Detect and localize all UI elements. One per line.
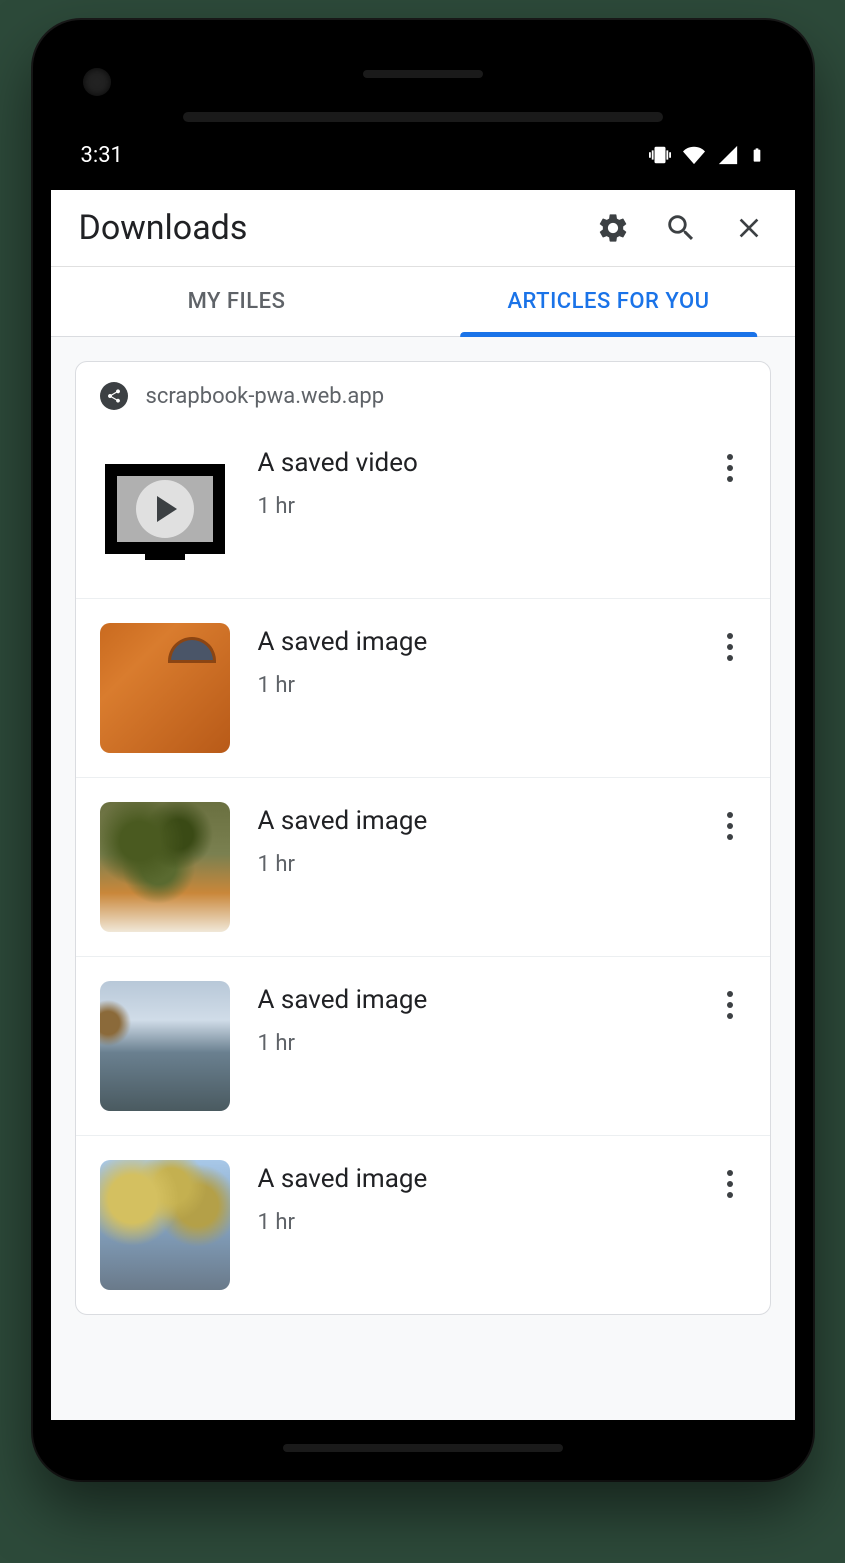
item-more-button[interactable] — [714, 1164, 746, 1204]
item-meta: 1 hr — [258, 1031, 686, 1056]
phone-bottom-speaker — [283, 1444, 563, 1452]
header-actions — [595, 210, 767, 246]
articles-card: scrapbook-pwa.web.app A saved video 1 hr — [75, 361, 771, 1315]
thumbnail-image — [100, 623, 230, 753]
item-body: A saved image 1 hr — [258, 1160, 686, 1235]
item-meta: 1 hr — [258, 673, 686, 698]
vibrate-icon — [649, 144, 671, 166]
list-item[interactable]: A saved image 1 hr — [76, 599, 770, 778]
item-title: A saved image — [258, 627, 686, 657]
source-label: scrapbook-pwa.web.app — [146, 384, 385, 409]
more-vert-icon — [727, 991, 733, 1019]
item-title: A saved image — [258, 985, 686, 1015]
wifi-icon — [681, 144, 707, 166]
close-icon — [733, 212, 765, 244]
list-item[interactable]: A saved image 1 hr — [76, 957, 770, 1136]
battery-icon — [749, 143, 765, 167]
item-more-button[interactable] — [714, 985, 746, 1025]
phone-frame: 3:31 Downloads — [33, 20, 813, 1480]
item-more-button[interactable] — [714, 448, 746, 488]
tabs: MY FILES ARTICLES FOR YOU — [51, 267, 795, 337]
item-body: A saved image 1 hr — [258, 623, 686, 698]
item-body: A saved image 1 hr — [258, 981, 686, 1056]
item-body: A saved image 1 hr — [258, 802, 686, 877]
page-title: Downloads — [79, 208, 248, 248]
thumbnail-video — [100, 444, 230, 574]
status-time: 3:31 — [81, 143, 123, 168]
item-title: A saved image — [258, 806, 686, 836]
item-meta: 1 hr — [258, 494, 686, 519]
phone-earpiece — [363, 70, 483, 78]
item-more-button[interactable] — [714, 806, 746, 846]
item-meta: 1 hr — [258, 1210, 686, 1235]
item-body: A saved video 1 hr — [258, 444, 686, 519]
more-vert-icon — [727, 1170, 733, 1198]
close-button[interactable] — [731, 210, 767, 246]
cell-signal-icon — [717, 144, 739, 166]
search-icon — [664, 211, 698, 245]
card-source: scrapbook-pwa.web.app — [76, 362, 770, 420]
settings-button[interactable] — [595, 210, 631, 246]
screen: 3:31 Downloads — [51, 120, 795, 1420]
thumbnail-image — [100, 1160, 230, 1290]
more-vert-icon — [727, 633, 733, 661]
content: scrapbook-pwa.web.app A saved video 1 hr — [51, 337, 795, 1420]
more-vert-icon — [727, 454, 733, 482]
item-title: A saved video — [258, 448, 686, 478]
status-bar: 3:31 — [51, 120, 795, 190]
item-title: A saved image — [258, 1164, 686, 1194]
phone-camera — [83, 68, 111, 96]
tab-my-files[interactable]: MY FILES — [51, 267, 423, 336]
share-icon — [100, 382, 128, 410]
status-icons — [649, 143, 765, 167]
item-more-button[interactable] — [714, 627, 746, 667]
more-vert-icon — [727, 812, 733, 840]
app-header: Downloads — [51, 190, 795, 267]
search-button[interactable] — [663, 210, 699, 246]
list-item[interactable]: A saved image 1 hr — [76, 1136, 770, 1314]
thumbnail-image — [100, 981, 230, 1111]
item-meta: 1 hr — [258, 852, 686, 877]
phone-top-speaker — [183, 112, 663, 122]
gear-icon — [596, 211, 630, 245]
list-item[interactable]: A saved video 1 hr — [76, 420, 770, 599]
thumbnail-image — [100, 802, 230, 932]
list-item[interactable]: A saved image 1 hr — [76, 778, 770, 957]
tab-articles-for-you[interactable]: ARTICLES FOR YOU — [423, 267, 795, 336]
